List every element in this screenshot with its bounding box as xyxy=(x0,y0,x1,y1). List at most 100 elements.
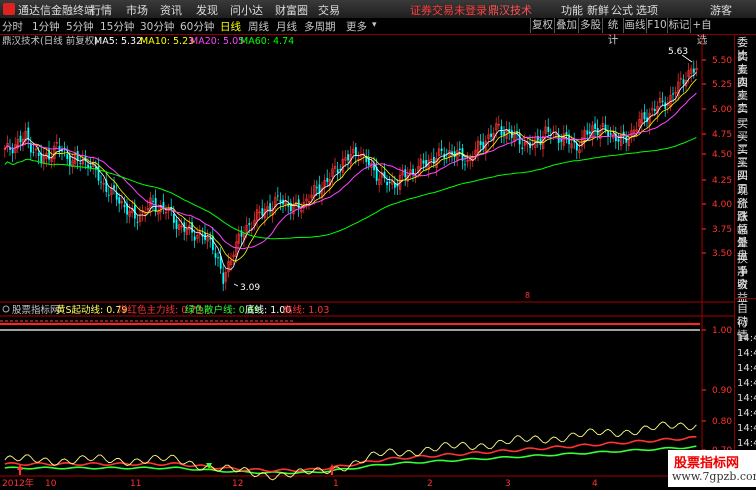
period-weekly[interactable]: 周线 xyxy=(248,19,269,34)
period-more[interactable]: 更多 xyxy=(346,19,367,34)
stats-button[interactable]: 统计 xyxy=(602,18,623,46)
tick-time: 14:4 xyxy=(737,333,756,344)
menu-quotes[interactable]: 行情 xyxy=(90,2,112,18)
candle-body xyxy=(326,177,329,182)
buy-arrow xyxy=(19,470,21,475)
indicator-settings-icon xyxy=(2,305,10,313)
ma5-label: MA5: 5.32 xyxy=(94,36,142,47)
watermark-url: www.7gpzb.com xyxy=(672,470,756,483)
yellow-line-label: 黄S起动线: 0.79 xyxy=(56,304,127,316)
draw-button[interactable]: 画线 xyxy=(623,18,646,33)
chart-area[interactable]: 鼎汉技术(日线 前复权) MA5: 5.32 MA10: 5.23 MA20: … xyxy=(0,34,734,489)
candle-body xyxy=(347,154,349,161)
x-label: 1 xyxy=(333,479,339,487)
candle-body xyxy=(594,123,596,129)
menu-function[interactable]: 功能 xyxy=(561,2,583,18)
kline-chart[interactable]: 鼎汉技术(日线 前复权) MA5: 5.32 MA10: 5.23 MA20: … xyxy=(0,34,734,489)
period-minute-chart[interactable]: 分时 xyxy=(2,19,23,34)
x-label: 11 xyxy=(130,479,141,487)
candle-body xyxy=(37,152,40,156)
candle-body xyxy=(248,223,251,225)
candle-body xyxy=(173,213,175,223)
more-dropdown-icon[interactable]: ▾ xyxy=(372,20,377,30)
candle-body xyxy=(547,126,550,132)
menu-trade[interactable]: 交易 xyxy=(318,2,340,18)
period-monthly[interactable]: 月线 xyxy=(276,19,297,34)
menu-xiaoda[interactable]: 问小达 xyxy=(230,2,263,18)
menu-fortune[interactable]: 财富圈 xyxy=(275,2,308,18)
menu-options[interactable]: 选项 xyxy=(636,2,658,18)
candle-body xyxy=(290,202,292,212)
candle-body xyxy=(404,169,407,178)
candle-body xyxy=(66,153,69,159)
candle-body xyxy=(136,221,139,223)
candle-body xyxy=(586,130,589,135)
candle-body xyxy=(388,181,391,184)
candle-body xyxy=(316,187,318,189)
overlay-button[interactable]: 叠加 xyxy=(554,18,578,33)
candle-body xyxy=(193,236,196,241)
candle-body xyxy=(654,108,656,111)
candle-body xyxy=(459,148,461,150)
period-daily[interactable]: 日线 xyxy=(220,19,241,34)
high-price-label: 5.63 xyxy=(668,47,688,57)
candle-body xyxy=(217,257,219,259)
period-15min[interactable]: 15分钟 xyxy=(100,19,134,34)
candle-body xyxy=(503,131,505,136)
y-tick: 5.50 xyxy=(712,56,732,66)
add-watchlist-button[interactable]: +自选 xyxy=(690,18,713,46)
f10-button[interactable]: F10 xyxy=(646,18,667,33)
tick-time: 14:4 xyxy=(737,363,756,374)
candle-body xyxy=(100,181,102,183)
period-60min[interactable]: 60分钟 xyxy=(180,19,214,34)
candle-body xyxy=(693,68,695,73)
candle-body xyxy=(261,208,264,216)
mark-button[interactable]: 标记 xyxy=(667,18,690,33)
ma10-label: MA10: 5.23 xyxy=(140,36,194,47)
ind-y-tick: 0.90 xyxy=(712,386,732,396)
tick-time: 14:4 xyxy=(737,393,756,404)
candle-body xyxy=(269,203,271,212)
trade-login-notice[interactable]: 证券交易未登录 xyxy=(410,2,487,18)
period-1min[interactable]: 1分钟 xyxy=(32,19,60,34)
period-5min[interactable]: 5分钟 xyxy=(66,19,94,34)
menu-new[interactable]: 新鲜 xyxy=(587,2,609,18)
period-toolbar: 分时 1分钟 5分钟 15分钟 30分钟 60分钟 日线 周线 月线 多周期 更… xyxy=(0,18,756,46)
multi-stock-button[interactable]: 多股 xyxy=(578,18,602,33)
menu-market[interactable]: 市场 xyxy=(126,2,148,18)
candle-body xyxy=(222,272,225,284)
candle-body xyxy=(604,124,607,130)
candle-body xyxy=(355,147,357,156)
ma20-label: MA20: 5.05 xyxy=(190,36,244,47)
ma5-line xyxy=(4,71,697,270)
chart-title: 鼎汉技术(日线 前复权) xyxy=(2,35,98,47)
main-y-axis: 5.50 5.25 5.00 4.75 4.50 4.25 4.00 3.75 … xyxy=(712,56,732,259)
candle-body xyxy=(32,151,35,153)
sidebar-label: 收益 xyxy=(737,278,748,304)
candle-body xyxy=(123,204,126,208)
period-multi[interactable]: 多周期 xyxy=(304,19,336,34)
y-tick: 4.25 xyxy=(712,176,732,186)
app-logo-icon xyxy=(3,3,15,15)
green-retail-line xyxy=(4,445,697,475)
candle-body xyxy=(672,93,674,95)
period-30min[interactable]: 30分钟 xyxy=(140,19,174,34)
tick-time: 14:4 xyxy=(737,378,756,389)
menu-formula[interactable]: 公式 xyxy=(611,2,633,18)
menu-guest[interactable]: 游客 xyxy=(710,2,732,18)
candle-body xyxy=(643,112,646,120)
high-line-label: 高线: 1.03 xyxy=(283,304,329,316)
indicator-name: 股票指标网 xyxy=(12,304,60,316)
low-price-pointer xyxy=(233,283,239,287)
candle-body xyxy=(76,150,79,161)
event-marker: 8 xyxy=(525,291,530,300)
candle-body xyxy=(490,133,492,137)
menu-discover[interactable]: 发现 xyxy=(196,2,218,18)
notice-user: 鼎汉技术 xyxy=(488,4,532,17)
x-label: 2012年 xyxy=(2,477,34,487)
candle-body xyxy=(108,194,110,196)
candle-body xyxy=(336,169,339,173)
app-title: 通达信金融终端 xyxy=(18,4,95,17)
adjust-button[interactable]: 复权 xyxy=(530,18,554,33)
menu-news[interactable]: 资讯 xyxy=(160,2,182,18)
